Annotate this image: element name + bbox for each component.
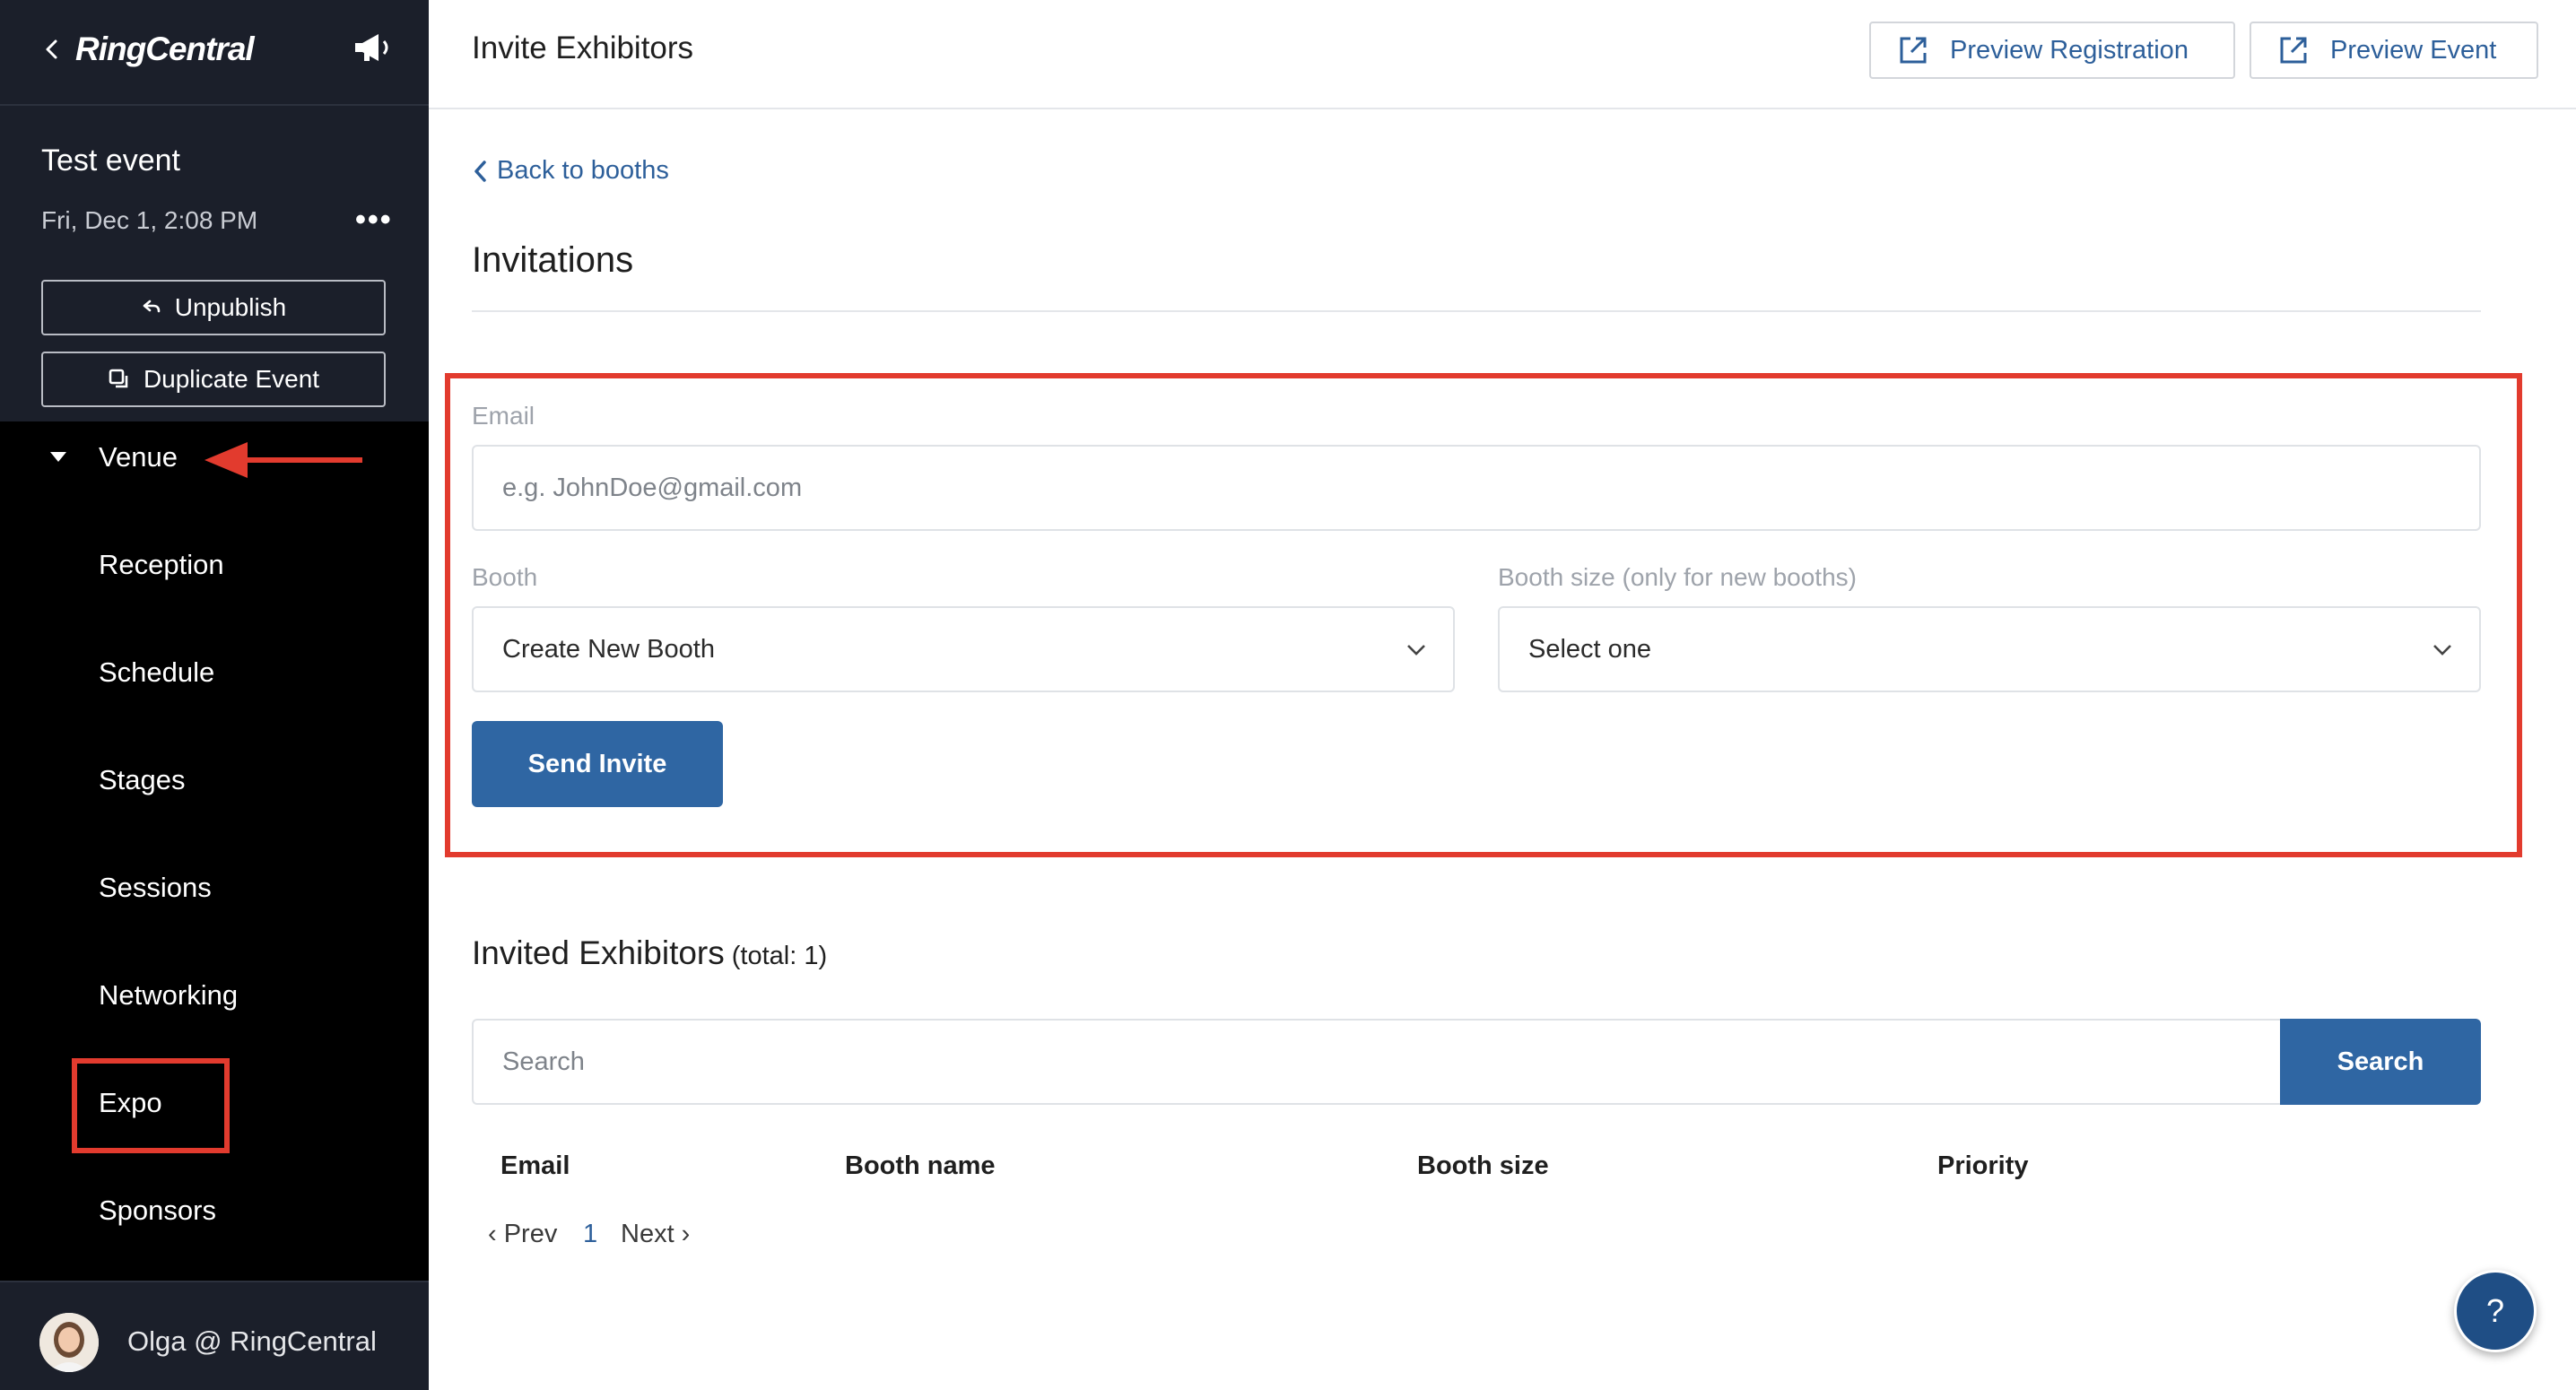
booth-size-select[interactable]: Select one bbox=[1498, 606, 2481, 692]
external-link-icon bbox=[2280, 37, 2307, 64]
highlight-box-expo bbox=[72, 1058, 230, 1153]
sidebar-item-sponsors[interactable]: Sponsors bbox=[99, 1195, 216, 1227]
sidebar-header: RingCentral bbox=[0, 0, 429, 106]
invited-title-text: Invited Exhibitors bbox=[472, 934, 725, 971]
top-header: Invite Exhibitors Preview Registration P… bbox=[429, 0, 2576, 109]
column-header-priority[interactable]: Priority bbox=[1937, 1151, 2029, 1181]
preview-registration-button[interactable]: Preview Registration bbox=[1869, 22, 2235, 79]
chevron-left-icon[interactable] bbox=[39, 36, 66, 63]
page-title: Invite Exhibitors bbox=[472, 30, 694, 65]
preview-event-label: Preview Event bbox=[2330, 35, 2497, 65]
caret-down-icon bbox=[50, 452, 66, 462]
user-name: Olga @ RingCentral bbox=[127, 1325, 377, 1357]
copy-icon bbox=[109, 369, 128, 388]
main-content: Back to booths Invitations Email e.g. Jo… bbox=[429, 109, 2576, 1390]
booth-size-select-value: Select one bbox=[1528, 634, 1652, 664]
annotation-arrow-icon bbox=[205, 442, 362, 478]
ringcentral-logo[interactable]: RingCentral bbox=[75, 30, 255, 68]
chevron-left-icon bbox=[474, 160, 486, 182]
sidebar-item-sessions[interactable]: Sessions bbox=[99, 872, 212, 904]
event-panel: Test event Fri, Dec 1, 2:08 PM ••• Unpub… bbox=[0, 106, 429, 421]
unpublish-label: Unpublish bbox=[174, 293, 287, 321]
user-menu[interactable]: Olga @ RingCentral bbox=[0, 1281, 429, 1390]
preview-registration-label: Preview Registration bbox=[1950, 35, 2189, 65]
unpublish-button[interactable]: Unpublish bbox=[41, 280, 386, 335]
megaphone-icon[interactable] bbox=[352, 30, 395, 66]
preview-event-button[interactable]: Preview Event bbox=[2250, 22, 2538, 79]
pagination-page-1[interactable]: 1 bbox=[583, 1220, 597, 1249]
help-button[interactable]: ? bbox=[2454, 1270, 2537, 1352]
email-field[interactable]: e.g. JohnDoe@gmail.com bbox=[472, 445, 2481, 531]
email-label: Email bbox=[472, 402, 535, 430]
search-input[interactable]: Search bbox=[472, 1019, 2284, 1105]
undo-icon bbox=[143, 300, 161, 313]
event-title: Test event bbox=[41, 143, 180, 178]
chevron-down-icon bbox=[1407, 645, 1425, 656]
external-link-icon bbox=[1900, 37, 1927, 64]
send-invite-button[interactable]: Send Invite bbox=[472, 721, 723, 807]
pagination-prev[interactable]: ‹ Prev bbox=[488, 1220, 557, 1249]
invited-total: (total: 1) bbox=[731, 942, 828, 970]
chevron-down-icon bbox=[2433, 645, 2451, 656]
event-date: Fri, Dec 1, 2:08 PM bbox=[41, 206, 258, 234]
sidebar: RingCentral Test event Fri, Dec 1, 2:08 … bbox=[0, 0, 429, 1390]
sidebar-item-reception[interactable]: Reception bbox=[99, 549, 224, 581]
pagination-next[interactable]: Next › bbox=[621, 1220, 690, 1249]
divider bbox=[472, 310, 2481, 312]
sidebar-item-venue[interactable]: Venue bbox=[0, 430, 429, 488]
column-header-booth-size[interactable]: Booth size bbox=[1417, 1151, 1549, 1181]
section-title: Invitations bbox=[472, 240, 634, 280]
invited-exhibitors-title: Invited Exhibitors (total: 1) bbox=[472, 934, 827, 972]
sidebar-item-networking[interactable]: Networking bbox=[99, 979, 238, 1012]
sidebar-item-label: Venue bbox=[99, 441, 178, 473]
booth-size-label: Booth size (only for new booths) bbox=[1498, 563, 1857, 591]
column-header-booth-name[interactable]: Booth name bbox=[845, 1151, 996, 1181]
duplicate-event-label: Duplicate Event bbox=[143, 365, 320, 393]
more-options-icon[interactable]: ••• bbox=[355, 203, 393, 238]
column-header-email[interactable]: Email bbox=[500, 1151, 570, 1181]
avatar[interactable] bbox=[39, 1313, 99, 1372]
booth-select[interactable]: Create New Booth bbox=[472, 606, 1455, 692]
sidebar-item-schedule[interactable]: Schedule bbox=[99, 656, 214, 689]
booth-label: Booth bbox=[472, 563, 538, 591]
avatar-image bbox=[39, 1313, 99, 1372]
back-link-label: Back to booths bbox=[497, 156, 669, 185]
back-to-booths-link[interactable]: Back to booths bbox=[472, 156, 669, 186]
search-button[interactable]: Search bbox=[2280, 1019, 2481, 1105]
duplicate-event-button[interactable]: Duplicate Event bbox=[41, 352, 386, 407]
sidebar-item-stages[interactable]: Stages bbox=[99, 764, 186, 796]
booth-select-value: Create New Booth bbox=[502, 634, 715, 664]
